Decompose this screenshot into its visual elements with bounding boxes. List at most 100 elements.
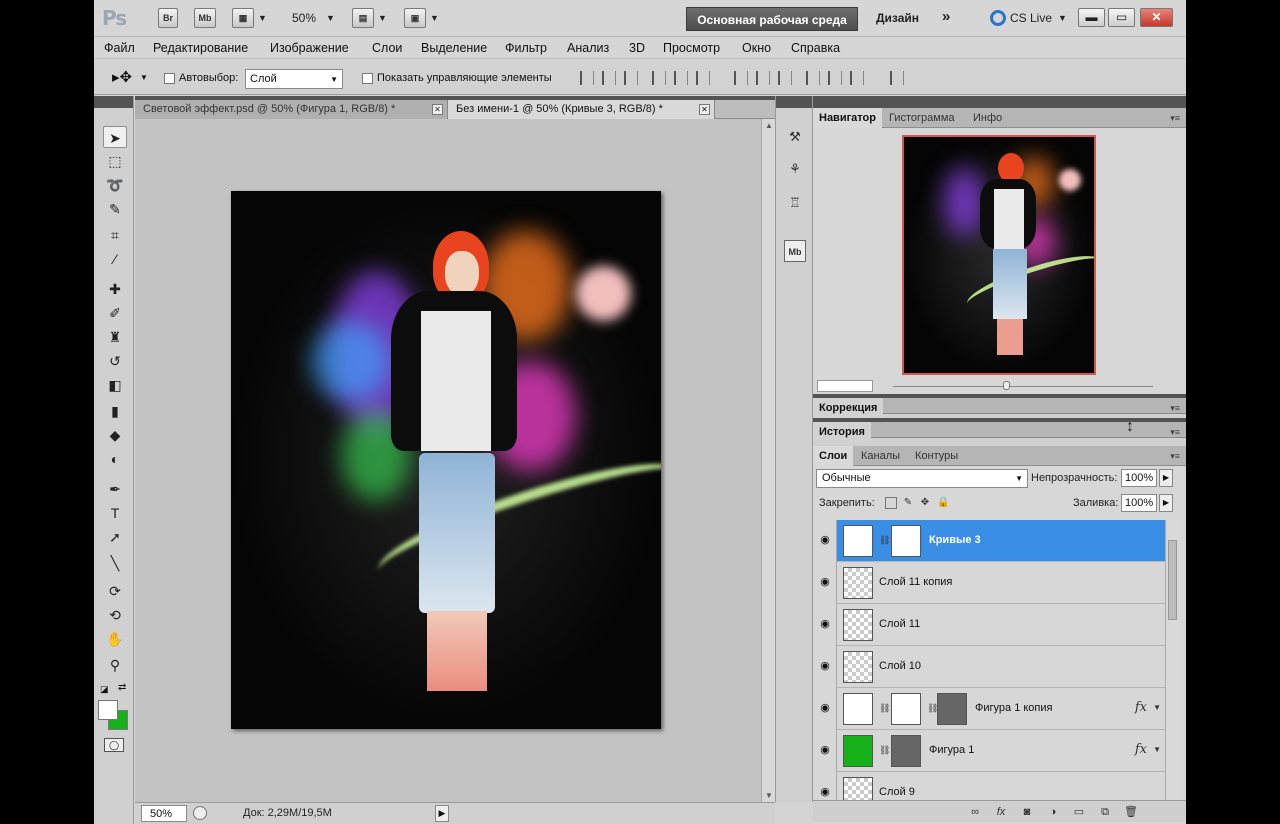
zoom-icon[interactable]: ⚲ [103, 654, 127, 676]
clone-source-icon[interactable]: ♖ [784, 192, 806, 214]
layer-mask-thumbnail[interactable] [891, 525, 921, 557]
lock-all-icon[interactable]: 🔒 [937, 497, 949, 509]
eye-icon[interactable]: ◉ [818, 702, 832, 714]
3d-rotate-icon[interactable]: ⟳ [103, 580, 127, 602]
adjustment-layer-icon[interactable]: ◑ [1045, 804, 1061, 820]
path-select-icon[interactable]: ➚ [103, 526, 127, 548]
close-button[interactable]: ✕ [1140, 8, 1173, 27]
visibility-toggle[interactable]: ◉ [813, 772, 837, 800]
show-controls-checkbox[interactable] [362, 73, 373, 84]
layer-effects-icon[interactable]: fx [1135, 742, 1147, 757]
tool-presets-icon[interactable]: ⚒ [784, 126, 806, 148]
menu-layers[interactable]: Слои [372, 41, 402, 55]
layer-name[interactable]: Слой 9 [879, 786, 915, 798]
healing-icon[interactable]: ✚ [103, 278, 127, 300]
pen-icon[interactable]: ✒ [103, 478, 127, 500]
add-mask-icon[interactable]: ◙ [1019, 804, 1035, 820]
line-icon[interactable]: ╲ [103, 552, 127, 574]
canvas-vertical-scrollbar[interactable]: ▲ ▼ [761, 119, 775, 802]
stamp-icon[interactable]: ♜ [103, 326, 127, 348]
close-icon[interactable]: ✕ [432, 104, 443, 115]
layer-name[interactable]: Фигура 1 [929, 744, 974, 756]
lock-transparency-icon[interactable] [885, 497, 897, 509]
link-layers-icon[interactable]: ∞ [967, 804, 983, 820]
crop-icon[interactable]: ⌗ [103, 224, 127, 246]
quick-select-icon[interactable]: ✎ [103, 198, 127, 220]
tab-history[interactable]: История [813, 422, 871, 442]
tab-correction[interactable]: Коррекция [813, 398, 884, 418]
swap-colors-icon[interactable]: ⇄ [118, 682, 126, 693]
workspace-essentials-button[interactable]: Основная рабочая среда [686, 7, 858, 31]
layer-row[interactable]: ◉ ⛓ Фигура 1 fx ▼ [813, 730, 1165, 772]
autoselect-checkbox[interactable] [164, 73, 175, 84]
visibility-toggle[interactable]: ◉ [813, 562, 837, 604]
align-bottom-icon[interactable] [624, 71, 638, 85]
blend-mode-select[interactable]: Обычные ▼ [816, 469, 1028, 488]
eye-icon[interactable]: ◉ [818, 660, 832, 672]
layers-scroll-thumb[interactable] [1168, 540, 1177, 620]
layer-row[interactable]: ◉ ⛓ ⛓ Фигура 1 копия fx ▼ [813, 688, 1165, 730]
layer-effects-icon[interactable]: fx [1135, 700, 1147, 715]
tab-navigator[interactable]: Навигатор [813, 108, 882, 128]
opacity-slider-arrow-icon[interactable]: ▶ [1159, 469, 1173, 487]
expand-effects-icon[interactable]: ▼ [1153, 703, 1161, 712]
cs-live-icon[interactable] [990, 10, 1006, 26]
new-layer-icon[interactable]: ⧉ [1097, 804, 1113, 820]
eye-icon[interactable]: ◉ [818, 744, 832, 756]
brush-icon[interactable]: ✐ [103, 302, 127, 324]
status-menu-arrow-icon[interactable]: ▶ [435, 805, 449, 822]
align-vcenter-icon[interactable] [602, 71, 616, 85]
delete-layer-icon[interactable]: 🗑 [1123, 804, 1139, 820]
3d-orbit-icon[interactable]: ⟲ [103, 604, 127, 626]
eye-icon[interactable]: ◉ [818, 534, 832, 546]
maximize-button[interactable]: ▭ [1108, 8, 1135, 27]
layers-scrollbar[interactable] [1165, 520, 1179, 800]
navigator-preview[interactable] [902, 135, 1096, 375]
eraser-icon[interactable]: ◧ [103, 374, 127, 396]
layer-row[interactable]: ◉ Слой 11 копия [813, 562, 1165, 604]
menu-help[interactable]: Справка [791, 41, 840, 55]
lock-position-icon[interactable]: ✥ [919, 497, 931, 509]
layer-name[interactable]: Кривые 3 [929, 534, 981, 546]
scroll-down-icon[interactable]: ▼ [765, 791, 773, 800]
foreground-color-swatch[interactable] [98, 700, 118, 720]
minimize-button[interactable]: ▬ [1078, 8, 1105, 27]
type-icon[interactable]: T [103, 502, 127, 524]
workspace-more-button[interactable]: » [942, 8, 950, 25]
lasso-icon[interactable]: ➰ [103, 174, 127, 196]
panel-menu-icon[interactable]: ▾≡ [1170, 451, 1180, 462]
menu-select[interactable]: Выделение [421, 41, 487, 55]
eye-icon[interactable]: ◉ [818, 618, 832, 630]
vector-mask-thumbnail[interactable] [937, 693, 967, 725]
align-hcenter-icon[interactable] [674, 71, 688, 85]
chevron-down-icon[interactable]: ▼ [326, 13, 335, 23]
visibility-toggle[interactable]: ◉ [813, 646, 837, 688]
layer-name[interactable]: Слой 10 [879, 660, 921, 672]
close-icon[interactable]: ✕ [699, 104, 710, 115]
hand-icon[interactable]: ✋ [103, 628, 127, 650]
navigator-zoom-knob[interactable] [1003, 381, 1010, 390]
arrange-documents-icon[interactable]: ▤ [352, 8, 374, 28]
menu-file[interactable]: Файл [104, 41, 135, 55]
artwork-canvas[interactable] [231, 191, 661, 729]
tab-layers[interactable]: Слои [813, 446, 854, 466]
distribute-right-icon[interactable] [850, 71, 864, 85]
marquee-icon[interactable]: ⬚ [103, 150, 127, 172]
chevron-down-icon[interactable]: ▼ [378, 13, 387, 23]
menu-filter[interactable]: Фильтр [505, 41, 547, 55]
menu-image[interactable]: Изображение [270, 41, 349, 55]
lock-pixels-icon[interactable]: ✎ [902, 497, 914, 509]
layer-mask-thumbnail[interactable] [891, 693, 921, 725]
status-options-icon[interactable] [193, 806, 207, 820]
scroll-up-icon[interactable]: ▲ [765, 121, 773, 130]
menu-view[interactable]: Просмотр [663, 41, 720, 55]
distribute-bottom-icon[interactable] [778, 71, 792, 85]
visibility-toggle[interactable]: ◉ [813, 730, 837, 772]
distribute-left-icon[interactable] [806, 71, 820, 85]
new-group-icon[interactable]: ▭ [1071, 804, 1087, 820]
dodge-icon[interactable]: ◐ [103, 448, 127, 470]
status-zoom-field[interactable]: 50% [141, 805, 187, 822]
tab-paths[interactable]: Контуры [909, 446, 964, 466]
tab-document-2[interactable]: Без имени-1 @ 50% (Кривые 3, RGB/8) * ✕ [448, 100, 715, 119]
menu-window[interactable]: Окно [742, 41, 771, 55]
